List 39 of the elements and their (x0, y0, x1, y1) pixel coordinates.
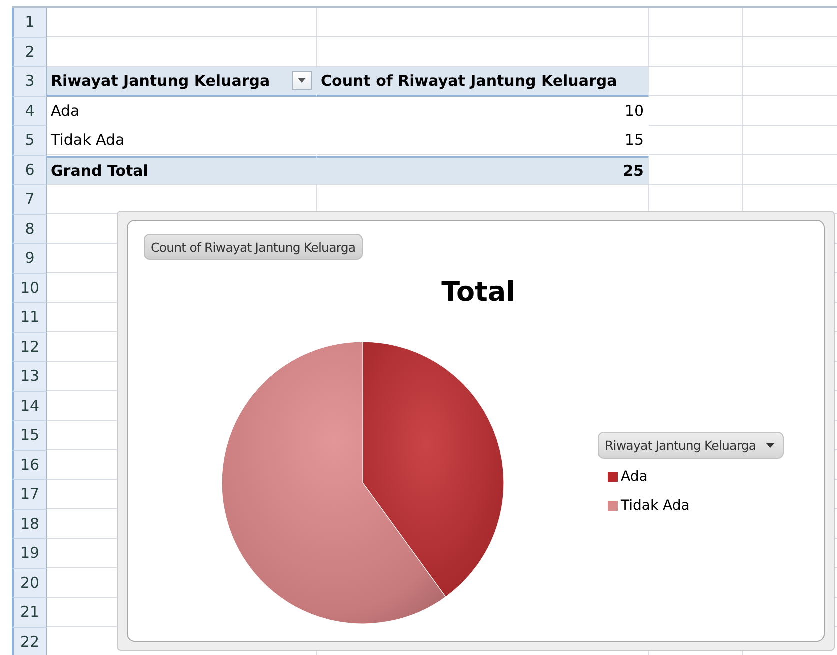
row-number[interactable]: 10 (12, 274, 47, 303)
legend-label: Tidak Ada (621, 498, 690, 514)
row-number[interactable]: 9 (12, 244, 47, 274)
column-header: Count of Riwayat Jantung Keluarga (317, 67, 649, 96)
caret-icon (766, 443, 776, 448)
row-number[interactable]: 1 (12, 8, 47, 38)
chart-title: Total (442, 277, 516, 308)
row-number[interactable]: 4 (12, 96, 47, 126)
row-number[interactable]: 16 (12, 450, 47, 480)
table-cell: Grand Total (47, 156, 317, 185)
table-cell: 10 (317, 96, 649, 126)
row-number[interactable]: 13 (12, 362, 47, 392)
filter-dropdown-button[interactable] (292, 71, 312, 90)
row-number[interactable]: 3 (12, 67, 47, 96)
row-number[interactable]: 18 (12, 510, 47, 539)
caret-icon (298, 78, 306, 84)
legend-swatch (608, 501, 618, 511)
table-cell: 25 (317, 156, 649, 185)
row-number[interactable]: 6 (12, 156, 47, 185)
legend-label: Ada (621, 469, 648, 485)
legend-swatch (608, 472, 618, 482)
chart-frame[interactable]: Count of Riwayat Jantung Keluarga Total Riwayat Jantung Keluarga Ada Tidak Ada (117, 211, 835, 651)
row-number[interactable]: 7 (12, 185, 47, 214)
row-number[interactable]: 22 (12, 628, 47, 655)
row-number[interactable]: 15 (12, 421, 47, 450)
row-number[interactable]: 8 (12, 214, 47, 244)
row-number[interactable]: 2 (12, 38, 47, 67)
row-number[interactable]: 5 (12, 126, 47, 156)
row-number[interactable]: 17 (12, 480, 47, 510)
column-header: Riwayat Jantung Keluarga (47, 67, 317, 96)
row-number[interactable]: 11 (12, 303, 47, 332)
value-field-button[interactable]: Count of Riwayat Jantung Keluarga (144, 234, 363, 260)
row-number[interactable]: 12 (12, 332, 47, 362)
row-number[interactable]: 19 (12, 539, 47, 568)
table-cell: Ada (47, 96, 317, 126)
legend-field-button[interactable]: Riwayat Jantung Keluarga (598, 432, 784, 459)
row-number[interactable]: 21 (12, 598, 47, 628)
row-number[interactable]: 14 (12, 392, 47, 421)
row-number[interactable]: 20 (12, 568, 47, 598)
